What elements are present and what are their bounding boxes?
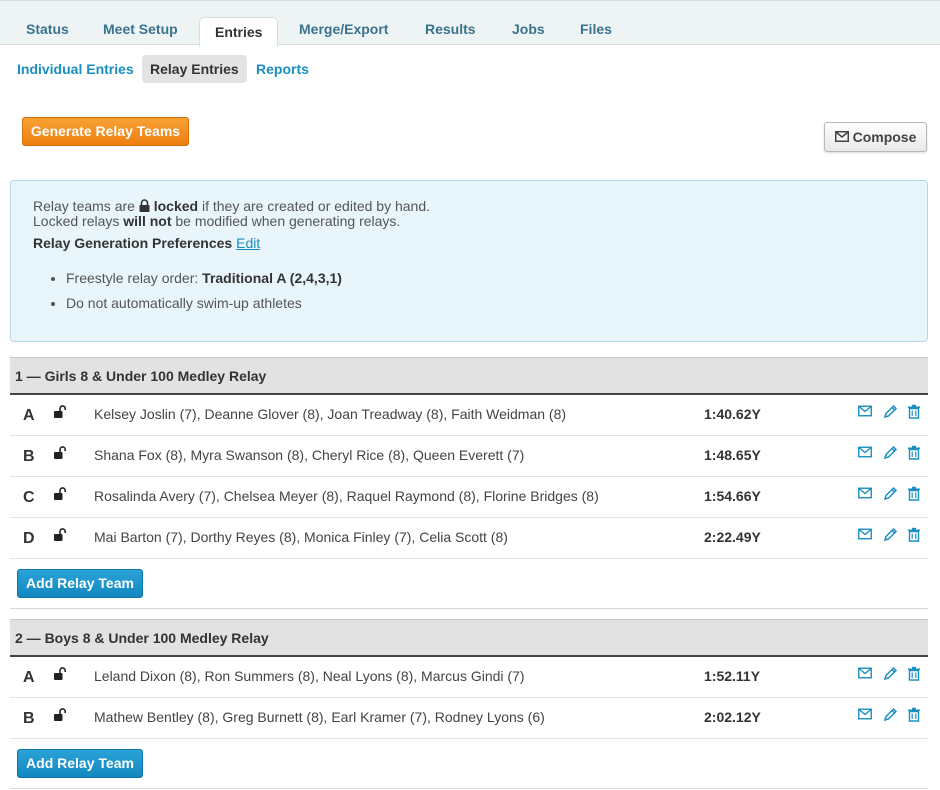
envelope-icon[interactable] xyxy=(858,527,872,543)
relay-team-row: A Kelsey Joslin (7), Deanne Glover (8), … xyxy=(10,395,928,436)
unlocked-padlock-icon[interactable] xyxy=(53,667,67,684)
team-swimmers: Shana Fox (8), Myra Swanson (8), Cheryl … xyxy=(94,447,525,463)
tab-merge-export[interactable]: Merge/Export xyxy=(284,13,403,46)
unlocked-padlock-icon[interactable] xyxy=(53,446,67,463)
edit-preferences-link[interactable]: Edit xyxy=(236,235,260,251)
trash-icon[interactable] xyxy=(907,707,921,725)
envelope-icon[interactable] xyxy=(858,666,872,682)
unlocked-padlock-icon[interactable] xyxy=(53,528,67,545)
compose-label: Compose xyxy=(852,129,917,145)
relay-preferences-line: Relay Generation Preferences Edit xyxy=(33,235,261,251)
tab-results[interactable]: Results xyxy=(410,13,491,46)
unlocked-padlock-icon[interactable] xyxy=(53,487,67,504)
team-swimmers: Rosalinda Avery (7), Chelsea Meyer (8), … xyxy=(94,488,599,504)
tab-status[interactable]: Status xyxy=(11,13,84,46)
pencil-icon[interactable] xyxy=(883,666,898,684)
envelope-icon[interactable] xyxy=(858,404,872,420)
team-seed-time: 1:54.66Y xyxy=(704,488,761,504)
team-seed-time: 1:52.11Y xyxy=(704,668,761,684)
envelope-icon[interactable] xyxy=(858,445,872,461)
main-tab-bar: Status Meet Setup Entries Merge/Export R… xyxy=(0,0,940,47)
relay-team-row: A Leland Dixon (8), Ron Summers (8), Nea… xyxy=(10,657,928,698)
team-letter: B xyxy=(23,448,35,465)
trash-icon[interactable] xyxy=(907,666,921,684)
subtab-relay-entries[interactable]: Relay Entries xyxy=(142,55,247,83)
compose-button[interactable]: Compose xyxy=(824,122,927,152)
envelope-icon[interactable] xyxy=(858,707,872,723)
trash-icon[interactable] xyxy=(907,527,921,545)
envelope-icon[interactable] xyxy=(858,486,872,502)
team-swimmers: Kelsey Joslin (7), Deanne Glover (8), Jo… xyxy=(94,406,567,422)
team-seed-time: 1:48.65Y xyxy=(704,447,761,463)
pencil-icon[interactable] xyxy=(883,404,898,422)
team-swimmers: Mathew Bentley (8), Greg Burnett (8), Ea… xyxy=(94,709,545,725)
pencil-icon[interactable] xyxy=(883,707,898,725)
relay-info-panel: Relay teams are locked if they are creat… xyxy=(10,180,928,342)
pencil-icon[interactable] xyxy=(883,486,898,504)
pref-swim-up: Do not automatically swim-up athletes xyxy=(66,294,342,319)
relay-team-row: D Mai Barton (7), Dorthy Reyes (8), Moni… xyxy=(10,518,928,559)
tab-jobs[interactable]: Jobs xyxy=(497,13,560,46)
event-header: 2 — Boys 8 & Under 100 Medley Relay xyxy=(10,619,928,657)
team-seed-time: 2:22.49Y xyxy=(704,529,761,545)
team-letter: A xyxy=(23,669,35,686)
tab-meet-setup[interactable]: Meet Setup xyxy=(88,13,193,46)
relay-team-row: B Shana Fox (8), Myra Swanson (8), Chery… xyxy=(10,436,928,477)
team-seed-time: 2:02.12Y xyxy=(704,709,761,725)
tab-files[interactable]: Files xyxy=(565,13,627,46)
event-header: 1 — Girls 8 & Under 100 Medley Relay xyxy=(10,357,928,395)
envelope-icon xyxy=(834,123,849,151)
relay-team-row: C Rosalinda Avery (7), Chelsea Meyer (8)… xyxy=(10,477,928,518)
team-letter: D xyxy=(23,530,35,547)
pref-freestyle-order: Freestyle relay order: Traditional A (2,… xyxy=(66,269,342,294)
team-letter: B xyxy=(23,710,35,727)
subtab-individual-entries[interactable]: Individual Entries xyxy=(9,55,142,83)
team-swimmers: Mai Barton (7), Dorthy Reyes (8), Monica… xyxy=(94,529,508,545)
trash-icon[interactable] xyxy=(907,486,921,504)
unlocked-padlock-icon[interactable] xyxy=(53,708,67,725)
pencil-icon[interactable] xyxy=(883,445,898,463)
generate-relay-teams-button[interactable]: Generate Relay Teams xyxy=(22,117,189,146)
trash-icon[interactable] xyxy=(907,404,921,422)
team-letter: C xyxy=(23,489,35,506)
team-swimmers: Leland Dixon (8), Ron Summers (8), Neal … xyxy=(94,668,525,684)
add-relay-team-button[interactable]: Add Relay Team xyxy=(17,569,143,598)
preferences-list: Freestyle relay order: Traditional A (2,… xyxy=(66,269,342,319)
relay-team-row: B Mathew Bentley (8), Greg Burnett (8), … xyxy=(10,698,928,739)
team-letter: A xyxy=(23,407,35,424)
tab-entries[interactable]: Entries xyxy=(199,17,279,47)
section-divider xyxy=(10,608,928,609)
team-seed-time: 1:40.62Y xyxy=(704,406,761,422)
add-relay-team-button[interactable]: Add Relay Team xyxy=(17,749,143,778)
trash-icon[interactable] xyxy=(907,445,921,463)
unlocked-padlock-icon[interactable] xyxy=(53,405,67,422)
pencil-icon[interactable] xyxy=(883,527,898,545)
locked-info-line-2: Locked relays will not be modified when … xyxy=(33,213,401,229)
subtab-reports[interactable]: Reports xyxy=(248,55,317,83)
section-divider xyxy=(10,788,928,789)
